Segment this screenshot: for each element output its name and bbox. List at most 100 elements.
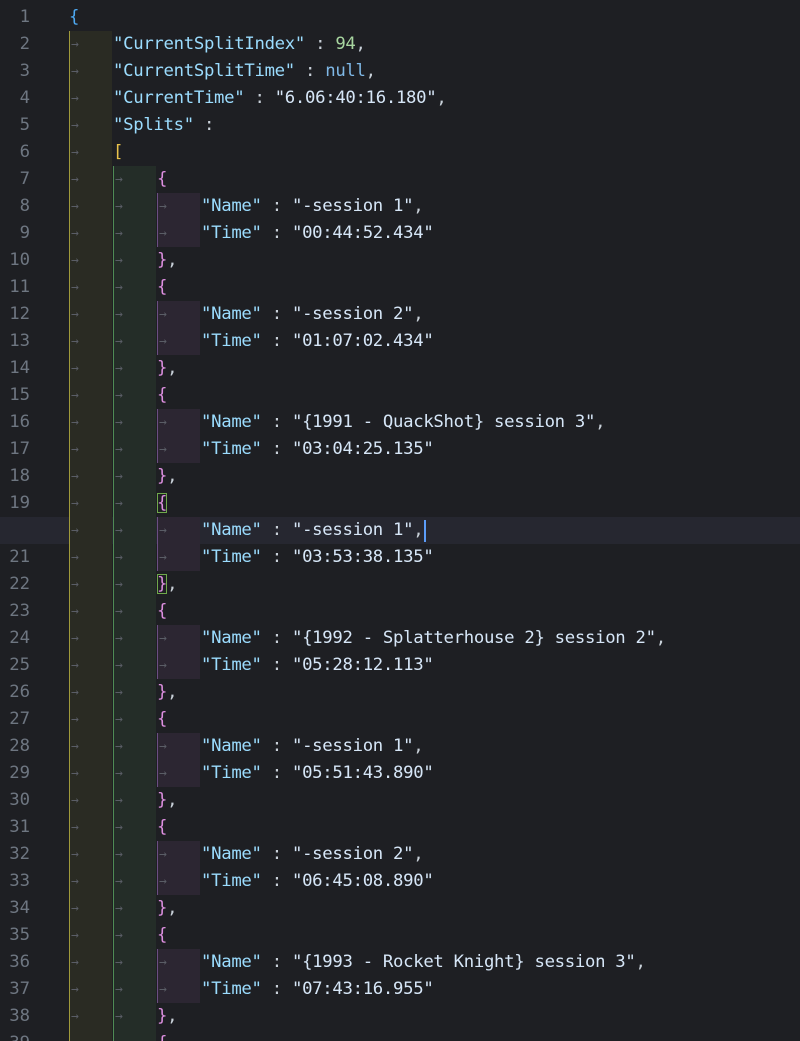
code-text[interactable]: "Name" : "-session 1", [201,733,424,760]
code-text[interactable]: }, [157,1003,178,1030]
tab-whitespace-icon: → [159,334,167,349]
punctuation-token: , [595,412,606,432]
code-text[interactable]: "Time" : "00:44:52.434" [201,220,434,247]
code-line[interactable]: → → → "Name" : "-session 2", [0,841,800,868]
indent-guide [113,1003,114,1030]
code-line[interactable]: → →}, [0,1003,800,1030]
code-text[interactable]: "Name" : "-session 1", [201,193,424,220]
indent-guide [113,922,114,949]
code-line[interactable]: → → → "Name" : "-session 1", [0,517,800,544]
code-text[interactable]: { [157,1030,167,1041]
code-text[interactable]: { [157,274,167,301]
code-line[interactable]: → → → "Name" : "-session 2", [0,301,800,328]
code-editor[interactable]: 1234567891011121314151617181920212223242… [0,0,800,1041]
code-line[interactable]: → "CurrentTime" : "6.06:40:16.180", [0,85,800,112]
code-line[interactable]: → → { [0,1030,800,1041]
code-text[interactable]: }, [157,895,178,922]
code-line[interactable]: → → → "Time" : "05:51:43.890" [0,760,800,787]
code-line[interactable]: → →}, [0,895,800,922]
code-text[interactable]: }, [157,571,178,598]
code-text[interactable]: "Name" : "-session 2", [201,841,424,868]
code-line[interactable]: → →}, [0,247,800,274]
code-text[interactable]: }, [157,355,178,382]
code-text[interactable]: { [157,166,167,193]
code-line[interactable]: → "CurrentSplitIndex" : 94, [0,31,800,58]
code-text[interactable]: "Name" : "{1991 - QuackShot} session 3", [201,409,606,436]
code-line[interactable]: → → → "Time" : "06:45:08.890" [0,868,800,895]
json-string-value: "06:45:08.890" [291,871,434,891]
code-text[interactable]: }, [157,463,178,490]
code-text[interactable]: "Splits" : [113,112,214,139]
code-text[interactable]: { [157,490,167,517]
code-line[interactable]: → → { [0,706,800,733]
code-text[interactable]: "Name" : "-session 1", [201,517,424,544]
bracket: } [157,466,168,486]
code-line[interactable]: → → → "Time" : "03:53:38.135" [0,544,800,571]
indent-guide [113,544,114,571]
code-text[interactable]: "Time" : "01:07:02.434" [201,328,434,355]
code-text[interactable]: { [157,814,167,841]
code-text[interactable]: "Name" : "{1992 - Splatterhouse 2} sessi… [201,625,666,652]
code-text[interactable]: [ [113,139,123,166]
code-line[interactable]: → → { [0,598,800,625]
code-text[interactable]: "CurrentSplitTime" : null, [113,58,376,85]
bracket: } [157,250,168,270]
code-line[interactable]: → → → "Name" : "-session 1", [0,193,800,220]
code-line[interactable]: → "Splits" : [0,112,800,139]
code-line[interactable]: → → → "Name" : "-session 1", [0,733,800,760]
code-text[interactable]: { [157,706,167,733]
json-string-value: "{1991 - QuackShot} session 3" [291,412,596,432]
code-line[interactable]: → →}, [0,571,800,598]
code-line[interactable]: → → → "Time" : "00:44:52.434" [0,220,800,247]
code-text[interactable]: { [157,382,167,409]
json-key: "Name" [201,520,262,540]
code-text[interactable]: "Name" : "{1993 - Rocket Knight} session… [201,949,646,976]
code-text[interactable]: "Time" : "05:51:43.890" [201,760,434,787]
bracket: } [157,358,168,378]
code-line[interactable]: → →}, [0,355,800,382]
code-line[interactable]: → → { [0,922,800,949]
code-text[interactable]: { [157,598,167,625]
code-line[interactable]: → → → "Time" : "03:04:25.135" [0,436,800,463]
indent-guide [113,787,114,814]
code-line[interactable]: → "CurrentSplitTime" : null, [0,58,800,85]
code-area[interactable]: {→ "CurrentSplitIndex" : 94, → "CurrentSpli… [0,0,800,1041]
code-text[interactable]: "Time" : "03:04:25.135" [201,436,434,463]
code-text[interactable]: }, [157,247,178,274]
indent-guide [69,382,70,409]
bracket: } [157,574,168,594]
code-line[interactable]: → → → "Name" : "{1991 - QuackShot} session … [0,409,800,436]
code-line[interactable]: → → → "Name" : "{1992 - Splatterhouse 2} se… [0,625,800,652]
tab-whitespace-icon: → [71,631,79,646]
code-text[interactable]: "Time" : "06:45:08.890" [201,868,434,895]
code-line[interactable]: → →}, [0,679,800,706]
code-text[interactable]: "Time" : "05:28:12.113" [201,652,434,679]
code-line[interactable]: → → { [0,274,800,301]
code-text[interactable]: "CurrentTime" : "6.06:40:16.180", [113,85,447,112]
code-line[interactable]: → → { [0,814,800,841]
tab-whitespace-icon: → [159,199,167,214]
indent-guide [69,112,70,139]
code-text[interactable]: "Name" : "-session 2", [201,301,424,328]
code-text[interactable]: "Time" : "03:53:38.135" [201,544,434,571]
code-line[interactable]: → → → "Name" : "{1993 - Rocket Knight} sess… [0,949,800,976]
code-line[interactable]: →[ [0,139,800,166]
code-line[interactable]: → → → "Time" : "05:28:12.113" [0,652,800,679]
tab-whitespace-icon: → [71,415,79,430]
indent-guide [157,301,158,328]
code-line[interactable]: → →}, [0,463,800,490]
code-line[interactable]: { [0,4,800,31]
code-line[interactable]: → → → "Time" : "01:07:02.434" [0,328,800,355]
code-line[interactable]: → → { [0,166,800,193]
code-text[interactable]: { [69,4,79,31]
code-text[interactable]: }, [157,787,178,814]
code-text[interactable]: }, [157,679,178,706]
code-line[interactable]: → → → "Time" : "07:43:16.955" [0,976,800,1003]
code-text[interactable]: { [157,922,167,949]
code-line[interactable]: → →}, [0,787,800,814]
code-text[interactable]: "CurrentSplitIndex" : 94, [113,31,366,58]
indent-guide [69,814,70,841]
code-text[interactable]: "Time" : "07:43:16.955" [201,976,434,1003]
code-line[interactable]: → → { [0,382,800,409]
code-line[interactable]: → → { [0,490,800,517]
